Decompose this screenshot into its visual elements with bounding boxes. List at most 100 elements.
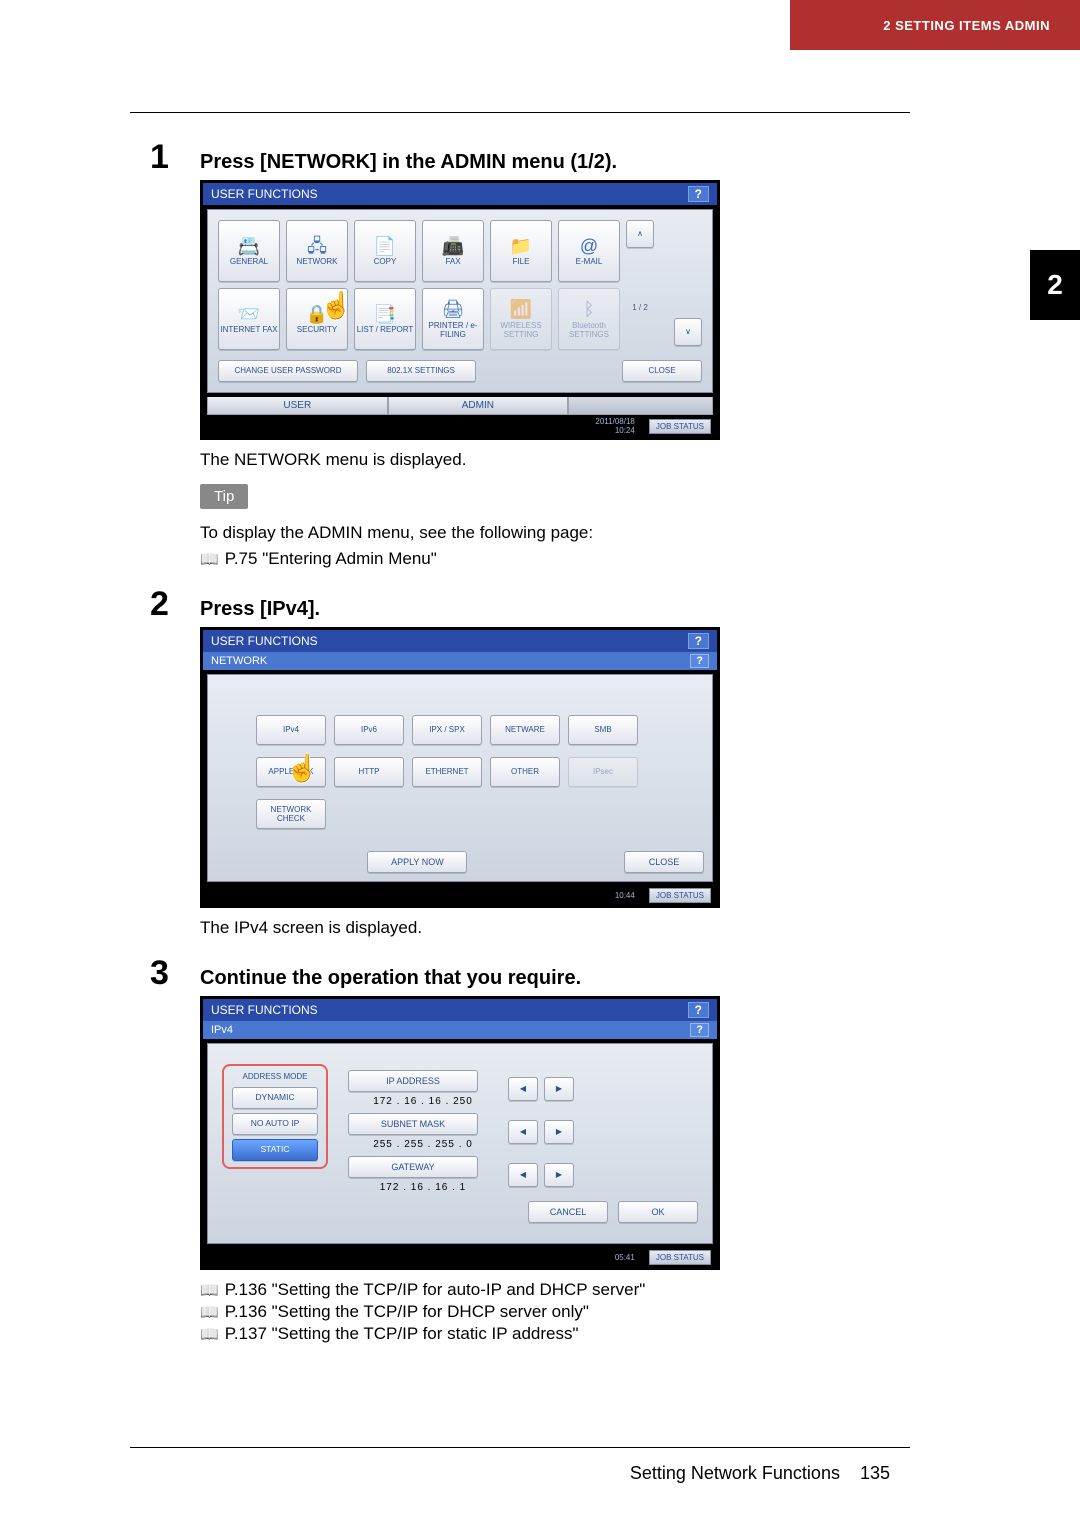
step2-caption: The IPv4 screen is displayed.: [200, 918, 830, 938]
btn-list-report[interactable]: 📑LIST / REPORT: [354, 288, 416, 350]
btn-ethernet[interactable]: ETHERNET: [412, 757, 482, 787]
screenshot-network-menu: USER FUNCTIONS ? NETWORK ? IPv4 IPv6 IPX…: [200, 627, 720, 908]
screenshot-ipv4: USER FUNCTIONS ? IPv4 ? ADDRESS MODE DYN…: [200, 996, 720, 1270]
btn-label: FILE: [513, 257, 530, 266]
step1-caption: The NETWORK menu is displayed.: [200, 450, 830, 470]
tab-user[interactable]: USER: [207, 397, 388, 415]
btn-job-status[interactable]: JOB STATUS: [649, 888, 711, 903]
btn-label: LIST / REPORT: [357, 325, 414, 334]
screen-panel: 📇GENERAL 🖧NETWORK 📄COPY 📠FAX 📁FILE @E-MA…: [207, 209, 713, 393]
btn-printer-efiling[interactable]: 🖨PRINTER / e-FILING: [422, 288, 484, 350]
btn-general[interactable]: 📇GENERAL: [218, 220, 280, 282]
help-icon[interactable]: ?: [688, 1002, 709, 1018]
btn-dynamic[interactable]: DYNAMIC: [232, 1087, 318, 1109]
label-gateway: GATEWAY: [348, 1156, 478, 1178]
btn-right[interactable]: ▶: [544, 1120, 574, 1144]
value-subnet-mask: 255 . 255 . 255 . 0: [348, 1139, 498, 1150]
btn-internet-fax[interactable]: 📨INTERNET FAX: [218, 288, 280, 350]
btn-static[interactable]: STATIC: [232, 1139, 318, 1161]
btn-appletalk[interactable]: APPLETALK: [256, 757, 326, 787]
chapter-tab: 2: [1030, 250, 1080, 320]
step-title: Press [NETWORK] in the ADMIN menu (1/2).: [200, 151, 617, 174]
btn-file[interactable]: 📁FILE: [490, 220, 552, 282]
btn-label: E-MAIL: [576, 257, 603, 266]
screenshot-admin-menu: USER FUNCTIONS ? 📇GENERAL 🖧NETWORK 📄COPY…: [200, 180, 720, 440]
bottom-rule: [130, 1447, 910, 1448]
step-1: 1 Press [NETWORK] in the ADMIN menu (1/2…: [150, 140, 830, 569]
address-mode-label: ADDRESS MODE: [243, 1072, 308, 1081]
btn-ipv6[interactable]: IPv6: [334, 715, 404, 745]
help-icon[interactable]: ?: [690, 654, 709, 668]
label-subnet-mask: SUBNET MASK: [348, 1113, 478, 1135]
btn-ipxspx[interactable]: IPX / SPX: [412, 715, 482, 745]
btn-close[interactable]: CLOSE: [624, 851, 704, 873]
btn-label: WIRELESS SETTING: [491, 321, 551, 339]
btn-change-password[interactable]: CHANGE USER PASSWORD: [218, 360, 358, 382]
btn-right[interactable]: ▶: [544, 1163, 574, 1187]
status-bar: 10:44 JOB STATUS: [203, 886, 717, 905]
timestamp: 2011/08/18 10:24: [595, 417, 634, 435]
btn-bluetooth[interactable]: ᛒBluetooth SETTINGS: [558, 288, 620, 350]
step-2: 2 Press [IPv4]. USER FUNCTIONS ? NETWORK…: [150, 587, 830, 938]
footer-page-number: 135: [860, 1463, 890, 1484]
btn-no-auto-ip[interactable]: NO AUTO IP: [232, 1113, 318, 1135]
help-icon[interactable]: ?: [690, 1023, 709, 1037]
tip-reference: P.75 "Entering Admin Menu": [200, 549, 830, 569]
btn-copy[interactable]: 📄COPY: [354, 220, 416, 282]
btn-cancel[interactable]: CANCEL: [528, 1201, 608, 1223]
label-ip-address: IP ADDRESS: [348, 1070, 478, 1092]
btn-label: COPY: [374, 257, 397, 266]
btn-ok[interactable]: OK: [618, 1201, 698, 1223]
btn-left[interactable]: ◀: [508, 1163, 538, 1187]
screen-title-bar: USER FUNCTIONS ?: [203, 183, 717, 205]
step-number: 3: [150, 956, 186, 990]
page-footer: Setting Network Functions 135: [630, 1463, 890, 1484]
btn-http[interactable]: HTTP: [334, 757, 404, 787]
btn-close[interactable]: CLOSE: [622, 360, 702, 382]
btn-8021x[interactable]: 802.1X SETTINGS: [366, 360, 476, 382]
address-mode-group: ADDRESS MODE DYNAMIC NO AUTO IP STATIC: [222, 1064, 328, 1169]
screen-title: USER FUNCTIONS: [211, 634, 318, 648]
btn-ipv4[interactable]: IPv4: [256, 715, 326, 745]
btn-smb[interactable]: SMB: [568, 715, 638, 745]
btn-apply-now[interactable]: APPLY NOW: [367, 851, 467, 873]
tab-admin[interactable]: ADMIN: [388, 397, 569, 415]
screen-title: USER FUNCTIONS: [211, 187, 318, 201]
btn-email[interactable]: @E-MAIL: [558, 220, 620, 282]
footer-section: Setting Network Functions: [630, 1463, 840, 1484]
btn-label: SECURITY: [297, 325, 337, 334]
scroll-up-button[interactable]: ∧: [626, 220, 654, 248]
btn-fax[interactable]: 📠FAX: [422, 220, 484, 282]
btn-job-status[interactable]: JOB STATUS: [649, 1250, 711, 1265]
btn-label: NETWORK: [297, 257, 338, 266]
btn-network-check[interactable]: NETWORK CHECK: [256, 799, 326, 829]
btn-left[interactable]: ◀: [508, 1077, 538, 1101]
top-rule: [130, 112, 910, 113]
screen-panel: IPv4 IPv6 IPX / SPX NETWARE SMB APPLETAL…: [207, 674, 713, 882]
btn-label: INTERNET FAX: [220, 325, 277, 334]
page-content: 1 Press [NETWORK] in the ADMIN menu (1/2…: [150, 140, 830, 1362]
btn-job-status[interactable]: JOB STATUS: [649, 419, 711, 434]
tab-blank: [568, 397, 713, 415]
status-bar: 2011/08/18 10:24 JOB STATUS: [203, 415, 717, 437]
help-icon[interactable]: ?: [688, 633, 709, 649]
status-bar: 05:41 JOB STATUS: [203, 1248, 717, 1267]
screen-panel: ADDRESS MODE DYNAMIC NO AUTO IP STATIC I…: [207, 1043, 713, 1244]
screen-subhead: IPv4 ?: [203, 1021, 717, 1039]
btn-netware[interactable]: NETWARE: [490, 715, 560, 745]
screen-subhead: NETWORK ?: [203, 652, 717, 670]
help-icon[interactable]: ?: [688, 186, 709, 202]
btn-left[interactable]: ◀: [508, 1120, 538, 1144]
btn-wireless[interactable]: 📶WIRELESS SETTING: [490, 288, 552, 350]
btn-network[interactable]: 🖧NETWORK: [286, 220, 348, 282]
btn-label: GENERAL: [230, 257, 268, 266]
btn-ipsec[interactable]: IPsec: [568, 757, 638, 787]
scroll-down-button[interactable]: ∨: [674, 318, 702, 346]
btn-security[interactable]: 🔒SECURITY: [286, 288, 348, 350]
step-number: 2: [150, 587, 186, 621]
btn-right[interactable]: ▶: [544, 1077, 574, 1101]
breadcrumb-text: 2 SETTING ITEMS ADMIN: [883, 18, 1050, 33]
value-ip-address: 172 . 16 . 16 . 250: [348, 1096, 498, 1107]
btn-other[interactable]: OTHER: [490, 757, 560, 787]
step-title: Press [IPv4].: [200, 598, 320, 621]
